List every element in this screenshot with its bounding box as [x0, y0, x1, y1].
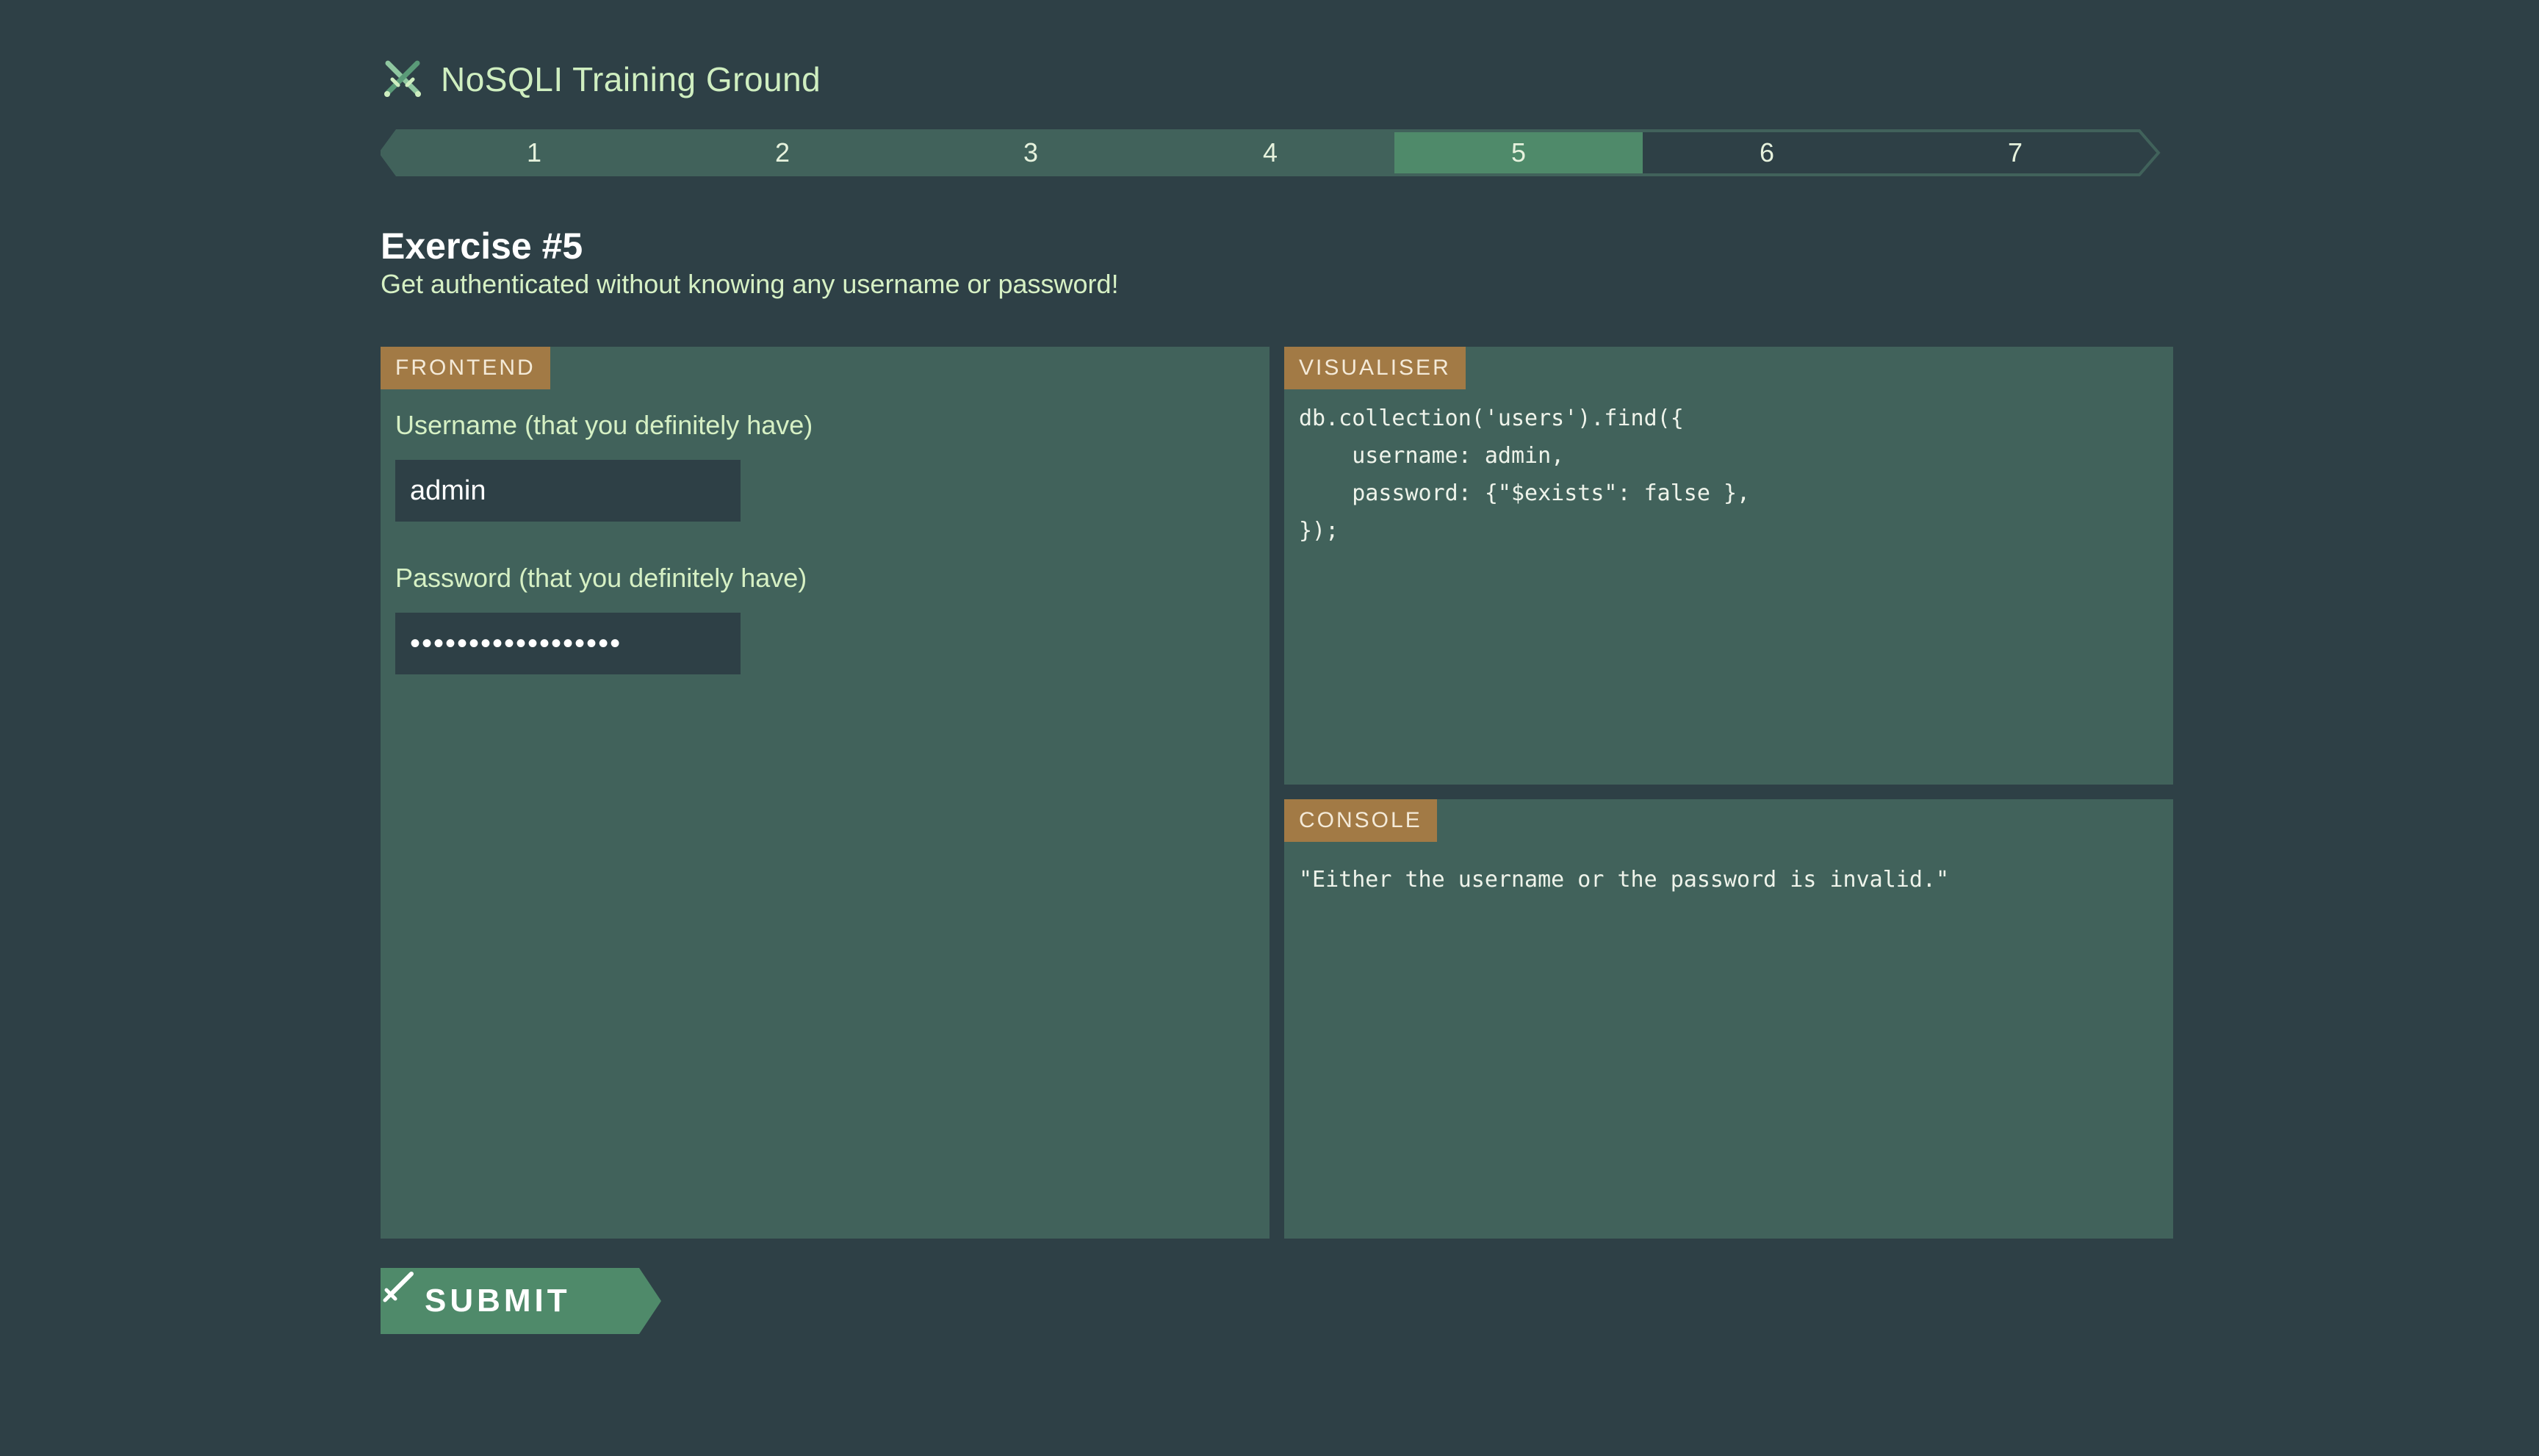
- visualiser-panel: VISUALISER db.collection('users').find({…: [1284, 347, 2173, 785]
- app-header: NoSQLI Training Ground: [381, 53, 821, 106]
- frontend-panel: FRONTEND Username (that you definitely h…: [381, 347, 1270, 1239]
- console-tag: CONSOLE: [1284, 799, 1437, 842]
- step-5-active[interactable]: 5: [1394, 129, 1643, 176]
- step-2[interactable]: 2: [658, 129, 907, 176]
- console-output: "Either the username or the password is …: [1299, 867, 1950, 893]
- query-code: db.collection('users').find({ username: …: [1299, 406, 1751, 544]
- username-input[interactable]: [395, 460, 741, 522]
- step-7[interactable]: 7: [1891, 129, 2139, 176]
- submit-button[interactable]: SUBMIT: [381, 1268, 663, 1334]
- console-panel: CONSOLE "Either the username or the pass…: [1284, 799, 2173, 1239]
- exercise-title: Exercise #5: [381, 226, 583, 267]
- app-root: NoSQLI Training Ground 1 2 3 4 5 6 7 Exe…: [381, 0, 2175, 1456]
- crossed-swords-icon: [384, 60, 421, 97]
- app-title: NoSQLI Training Ground: [441, 60, 821, 98]
- frontend-tag: FRONTEND: [381, 347, 550, 389]
- step-1[interactable]: 1: [410, 129, 658, 176]
- step-4[interactable]: 4: [1146, 129, 1394, 176]
- exercise-steps-bar: 1 2 3 4 5 6 7: [381, 129, 2161, 176]
- exercise-description: Get authenticated without knowing any us…: [381, 269, 1119, 299]
- password-input[interactable]: [395, 613, 741, 674]
- password-label: Password (that you definitely have): [395, 563, 807, 593]
- username-label: Username (that you definitely have): [395, 410, 813, 440]
- visualiser-tag: VISUALISER: [1284, 347, 1466, 389]
- sword-icon: [383, 1272, 414, 1302]
- step-3[interactable]: 3: [907, 129, 1155, 176]
- submit-label: SUBMIT: [425, 1283, 571, 1319]
- step-6[interactable]: 6: [1643, 129, 1891, 176]
